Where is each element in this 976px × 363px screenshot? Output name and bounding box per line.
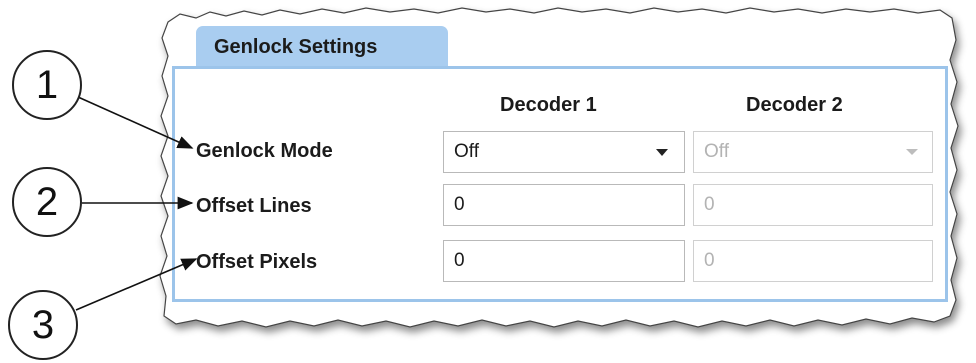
callout-3: 3 <box>8 290 78 360</box>
callout-arrows <box>75 96 198 311</box>
callout-1-arrow <box>77 96 194 149</box>
callout-1: 1 <box>12 50 82 120</box>
callout-2: 2 <box>12 167 82 237</box>
callout-3-arrow <box>75 258 198 311</box>
screenshot-stage: Genlock Settings Decoder 1 Decoder 2 Gen… <box>0 0 976 363</box>
